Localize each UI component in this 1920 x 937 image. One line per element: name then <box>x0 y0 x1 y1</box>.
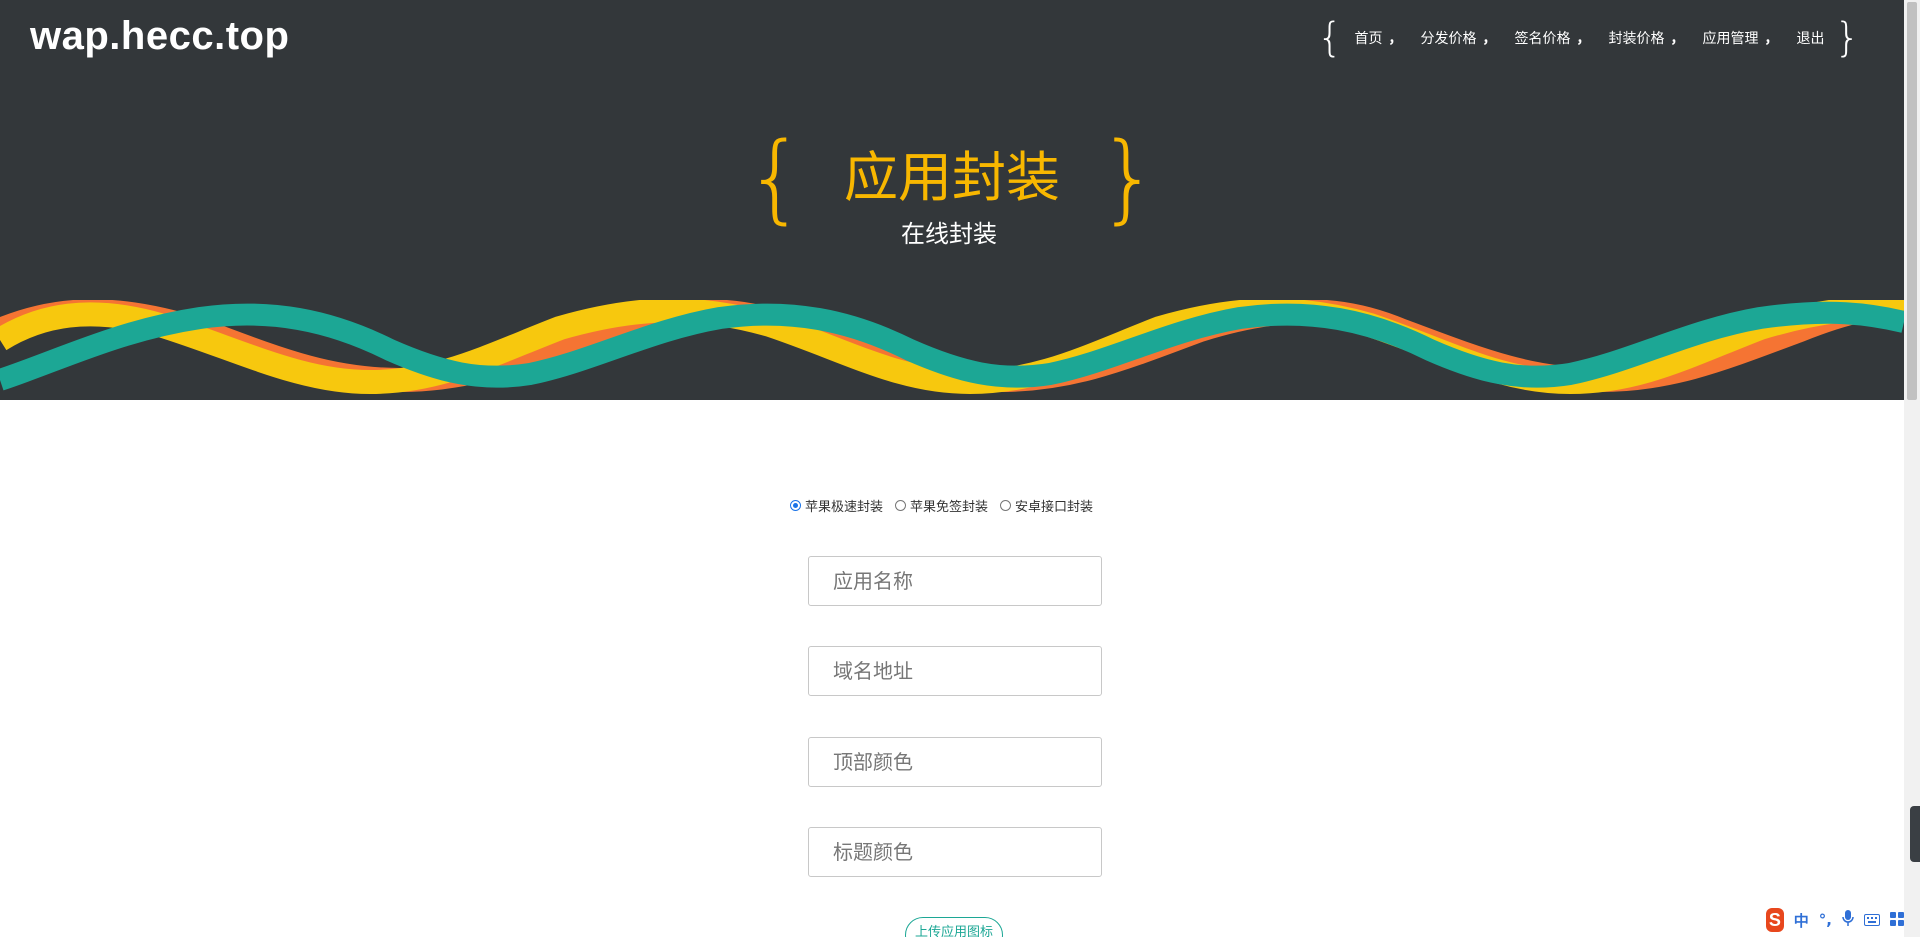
radio-label: 苹果免签封装 <box>910 500 989 515</box>
hero-brace-close: } <box>1098 122 1160 234</box>
upload-app-icon-button[interactable]: 上传应用图标 <box>905 917 1003 937</box>
nav-item-signature-price[interactable]: 签名价格 <box>1515 28 1571 48</box>
ime-punctuation-toggle[interactable]: °, <box>1819 911 1832 929</box>
radio-unchecked-icon[interactable] <box>1000 500 1012 511</box>
hero-brace-open: { <box>744 122 806 234</box>
nav-brace-open: { <box>1317 15 1343 61</box>
nav-separator: ， <box>1576 31 1591 47</box>
nav-separator: ， <box>1388 31 1403 47</box>
radio-checked-icon[interactable] <box>790 500 801 511</box>
microphone-icon[interactable] <box>1842 910 1854 930</box>
radio-ios-free-sign-package[interactable]: 苹果免签封装 <box>895 496 988 515</box>
top-nav: { 首页 ， 分发价格 ， 签名价格 ， 封装价格 ， 应用管理 ， 退出 } <box>1317 18 1860 58</box>
decorative-wave <box>0 300 1904 395</box>
nav-separator: ， <box>1670 31 1685 47</box>
nav-separator: ， <box>1764 31 1779 47</box>
ime-toolbar: S 中 °, <box>1766 906 1904 934</box>
nav-item-packaging-price[interactable]: 封装价格 <box>1609 28 1665 48</box>
keyboard-icon[interactable] <box>1864 911 1880 930</box>
page-scrollbar[interactable] <box>1904 0 1920 937</box>
hero-title-row: { 应用封装 } <box>745 130 1159 226</box>
radio-label: 安卓接口封装 <box>1015 500 1094 515</box>
radio-android-api-package[interactable]: 安卓接口封装 <box>1000 496 1093 515</box>
ime-mode-toggle[interactable]: 中 <box>1794 910 1809 931</box>
radio-ios-fast-package[interactable]: 苹果极速封装 <box>790 496 883 515</box>
radio-label: 苹果极速封装 <box>805 500 884 515</box>
app-name-input[interactable] <box>808 556 1102 606</box>
nav-item-home[interactable]: 首页 <box>1355 28 1383 48</box>
hero: { 应用封装 } 在线封装 <box>0 130 1904 248</box>
domain-address-input[interactable] <box>808 646 1102 696</box>
nav-item-logout[interactable]: 退出 <box>1797 28 1825 48</box>
side-tab-handle[interactable] <box>1910 806 1920 862</box>
nav-item-distribution-price[interactable]: 分发价格 <box>1421 28 1477 48</box>
grid-icon[interactable] <box>1890 911 1904 930</box>
packaging-type-radio-group: 苹果极速封装 苹果免签封装 安卓接口封装 <box>790 496 1105 515</box>
nav-item-app-management[interactable]: 应用管理 <box>1703 28 1759 48</box>
ime-logo-icon[interactable]: S <box>1766 908 1784 932</box>
radio-unchecked-icon[interactable] <box>895 500 907 511</box>
nav-brace-close: } <box>1834 15 1860 61</box>
scrollbar-thumb[interactable] <box>1907 2 1917 400</box>
title-color-input[interactable] <box>808 827 1102 877</box>
site-logo[interactable]: wap.hecc.top <box>30 14 289 59</box>
nav-separator: ， <box>1482 31 1497 47</box>
page-subtitle: 在线封装 <box>901 220 997 248</box>
top-color-input[interactable] <box>808 737 1102 787</box>
page-title: 应用封装 <box>844 146 1060 209</box>
page: wap.hecc.top { 首页 ， 分发价格 ， 签名价格 ， 封装价格 ，… <box>0 0 1920 937</box>
